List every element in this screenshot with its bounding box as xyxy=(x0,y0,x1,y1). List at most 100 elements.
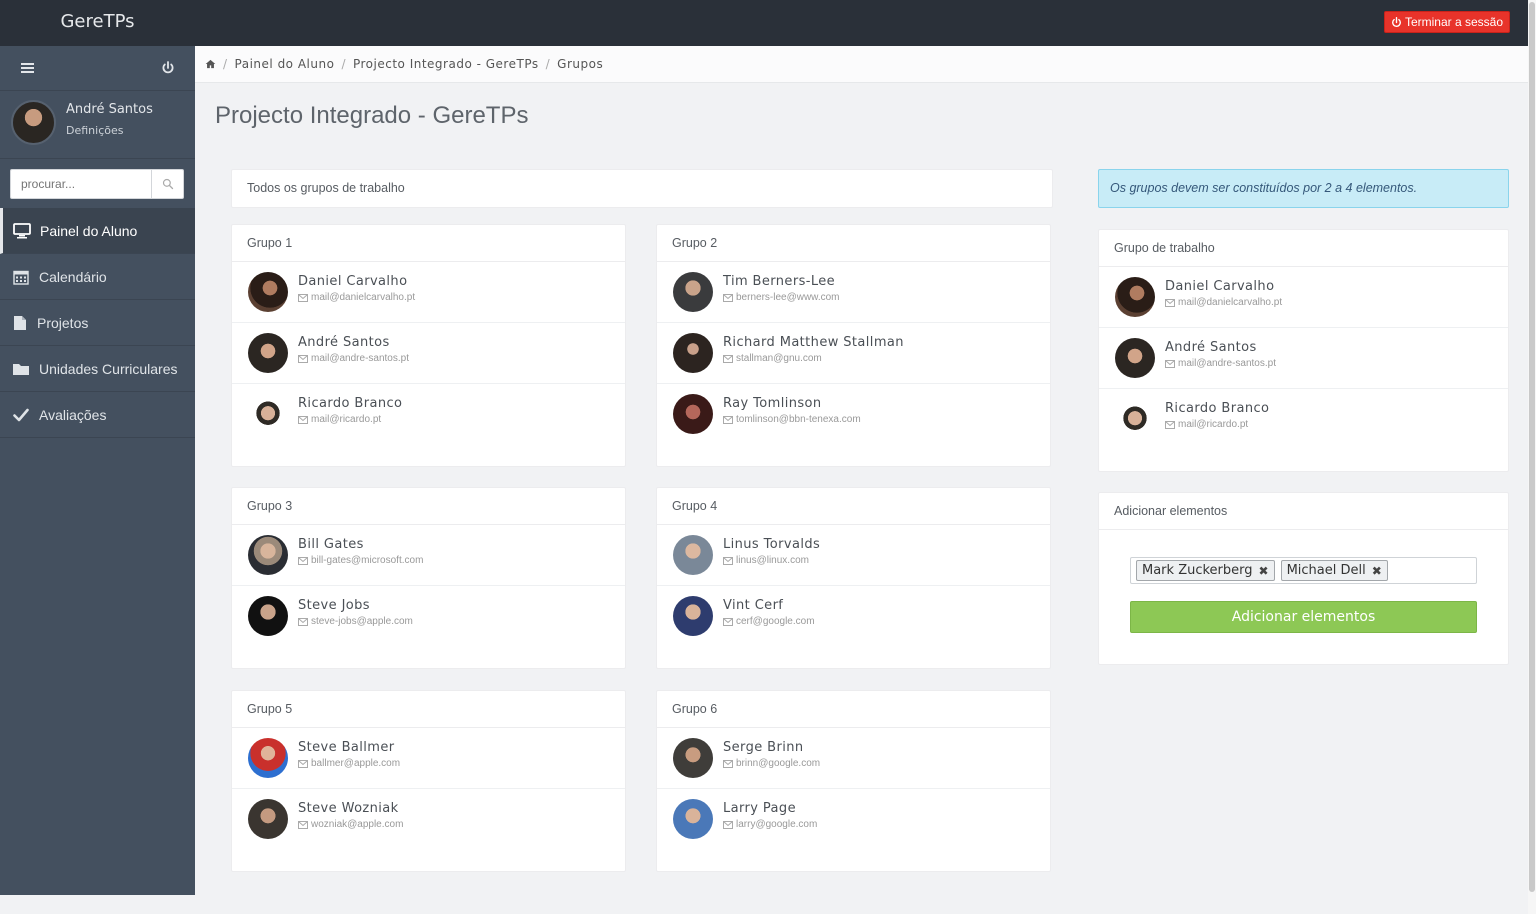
sidebar-item-calendario[interactable]: Calendário xyxy=(0,254,195,300)
tags-input[interactable]: Mark Zuckerberg ✖ Michael Dell ✖ xyxy=(1130,557,1477,584)
search-icon xyxy=(162,178,173,190)
member-email[interactable]: linus@linux.com xyxy=(723,555,809,566)
avatar xyxy=(673,394,713,434)
list-item[interactable]: André Santos mail@andre-santos.pt xyxy=(232,323,625,384)
avatar xyxy=(673,535,713,575)
monitor-icon xyxy=(13,222,31,240)
user-profile: André Santos Definições xyxy=(0,91,195,159)
menu-toggle-icon[interactable] xyxy=(20,60,36,76)
list-item[interactable]: Steve Wozniak wozniak@apple.com xyxy=(232,789,625,850)
email-text: mail@danielcarvalho.pt xyxy=(311,292,416,303)
list-item[interactable]: Linus Torvalds linus@linux.com xyxy=(657,525,1050,586)
envelope-icon xyxy=(723,820,733,829)
envelope-icon xyxy=(1165,298,1175,307)
member-email[interactable]: larry@google.com xyxy=(723,819,817,830)
member-email[interactable]: berners-lee@www.com xyxy=(723,292,840,303)
user-name[interactable]: André Santos xyxy=(66,102,153,117)
logout-button[interactable]: Terminar a sessão xyxy=(1383,11,1510,33)
breadcrumb-item: Grupos xyxy=(557,57,604,71)
avatar xyxy=(673,799,713,839)
member-name: Ricardo Branco xyxy=(298,396,403,411)
power-icon xyxy=(1391,16,1401,27)
sidebar-item-label: Unidades Curriculares xyxy=(39,360,178,377)
avatar xyxy=(673,272,713,312)
member-name: Steve Wozniak xyxy=(298,801,399,816)
member-email[interactable]: mail@andre-santos.pt xyxy=(298,353,409,364)
my-group-panel: Grupo de trabalho Daniel Carvalho mail@d… xyxy=(1098,229,1509,472)
member-email[interactable]: cerf@google.com xyxy=(723,616,815,627)
sidebar-item-projetos[interactable]: Projetos xyxy=(0,300,195,346)
member-email[interactable]: mail@ricardo.pt xyxy=(298,414,381,425)
email-text: linus@linux.com xyxy=(736,555,809,566)
avatar xyxy=(1115,338,1155,378)
list-item[interactable]: Daniel Carvalho mail@danielcarvalho.pt xyxy=(1099,267,1508,328)
member-email[interactable]: mail@danielcarvalho.pt xyxy=(298,292,415,303)
member-email[interactable]: stallman@gnu.com xyxy=(723,353,822,364)
member-email[interactable]: steve-jobs@apple.com xyxy=(298,616,413,627)
list-item[interactable]: Steve Ballmer ballmer@apple.com xyxy=(232,728,625,789)
all-groups-header: Todos os grupos de trabalho xyxy=(231,169,1053,208)
list-item[interactable]: Tim Berners-Lee berners-lee@www.com xyxy=(657,262,1050,323)
member-email[interactable]: mail@ricardo.pt xyxy=(1165,419,1248,430)
avatar xyxy=(1115,399,1155,439)
list-item[interactable]: André Santos mail@andre-santos.pt xyxy=(1099,328,1508,389)
group-card: Grupo 3 Bill Gates bill-gates@microsoft.… xyxy=(231,487,626,669)
add-members-button[interactable]: Adicionar elementos xyxy=(1130,601,1477,633)
power-icon[interactable] xyxy=(160,60,176,76)
sidebar-item-unidades[interactable]: Unidades Curriculares xyxy=(0,346,195,392)
list-item[interactable]: Ricardo Branco mail@ricardo.pt xyxy=(1099,389,1508,450)
group-card: Grupo 6 Serge Brinn brinn@google.com Lar… xyxy=(656,690,1051,872)
home-icon[interactable] xyxy=(205,59,216,69)
app-brand[interactable]: GereTPs xyxy=(0,0,195,46)
email-text: steve-jobs@apple.com xyxy=(311,616,413,627)
envelope-icon xyxy=(723,293,733,302)
email-text: cerf@google.com xyxy=(736,616,815,627)
avatar[interactable] xyxy=(11,100,56,145)
envelope-icon xyxy=(723,354,733,363)
member-email[interactable]: mail@danielcarvalho.pt xyxy=(1165,297,1282,308)
group-title: Grupo 6 xyxy=(657,691,1050,728)
member-email[interactable]: bill-gates@microsoft.com xyxy=(298,555,423,566)
list-item[interactable]: Steve Jobs steve-jobs@apple.com xyxy=(232,586,625,647)
main-content: / Painel do Aluno / Projecto Integrado -… xyxy=(195,46,1528,895)
envelope-icon xyxy=(723,556,733,565)
search-input[interactable] xyxy=(11,170,152,198)
scrollbar[interactable] xyxy=(1528,0,1536,914)
sidebar-search xyxy=(10,169,184,199)
email-text: larry@google.com xyxy=(736,819,818,830)
breadcrumb-item[interactable]: Painel do Aluno xyxy=(235,57,335,71)
envelope-icon xyxy=(298,617,308,626)
list-item[interactable]: Bill Gates bill-gates@microsoft.com xyxy=(232,525,625,586)
search-button[interactable] xyxy=(151,170,183,198)
breadcrumb-item[interactable]: Projecto Integrado - GereTPs xyxy=(353,57,539,71)
list-item[interactable]: Ricardo Branco mail@ricardo.pt xyxy=(232,384,625,445)
tag: Mark Zuckerberg ✖ xyxy=(1136,560,1275,581)
avatar xyxy=(248,535,288,575)
email-text: mail@andre-santos.pt xyxy=(1178,358,1276,369)
file-icon xyxy=(11,314,29,332)
avatar xyxy=(248,272,288,312)
envelope-icon xyxy=(723,617,733,626)
group-title: Grupo 2 xyxy=(657,225,1050,262)
member-email[interactable]: tomlinson@bbn-tenexa.com xyxy=(723,414,861,425)
list-item[interactable]: Larry Page larry@google.com xyxy=(657,789,1050,850)
sidebar-item-avaliacoes[interactable]: Avaliações xyxy=(0,392,195,438)
sidebar-item-painel[interactable]: Painel do Aluno xyxy=(0,208,195,254)
list-item[interactable]: Richard Matthew Stallman stallman@gnu.co… xyxy=(657,323,1050,384)
list-item[interactable]: Daniel Carvalho mail@danielcarvalho.pt xyxy=(232,262,625,323)
panel-title: Adicionar elementos xyxy=(1099,493,1508,530)
member-email[interactable]: ballmer@apple.com xyxy=(298,758,400,769)
list-item[interactable]: Ray Tomlinson tomlinson@bbn-tenexa.com xyxy=(657,384,1050,445)
logout-label: Terminar a sessão xyxy=(1404,15,1503,29)
list-item[interactable]: Vint Cerf cerf@google.com xyxy=(657,586,1050,647)
member-email[interactable]: mail@andre-santos.pt xyxy=(1165,358,1276,369)
remove-tag-icon[interactable]: ✖ xyxy=(1372,564,1382,578)
remove-tag-icon[interactable]: ✖ xyxy=(1259,564,1269,578)
member-email[interactable]: brinn@google.com xyxy=(723,758,820,769)
list-item[interactable]: Serge Brinn brinn@google.com xyxy=(657,728,1050,789)
scrollbar-thumb[interactable] xyxy=(1529,2,1535,892)
top-bar: GereTPs Terminar a sessão xyxy=(0,0,1528,46)
member-email[interactable]: wozniak@apple.com xyxy=(298,819,403,830)
avatar xyxy=(673,333,713,373)
settings-link[interactable]: Definições xyxy=(66,124,123,137)
